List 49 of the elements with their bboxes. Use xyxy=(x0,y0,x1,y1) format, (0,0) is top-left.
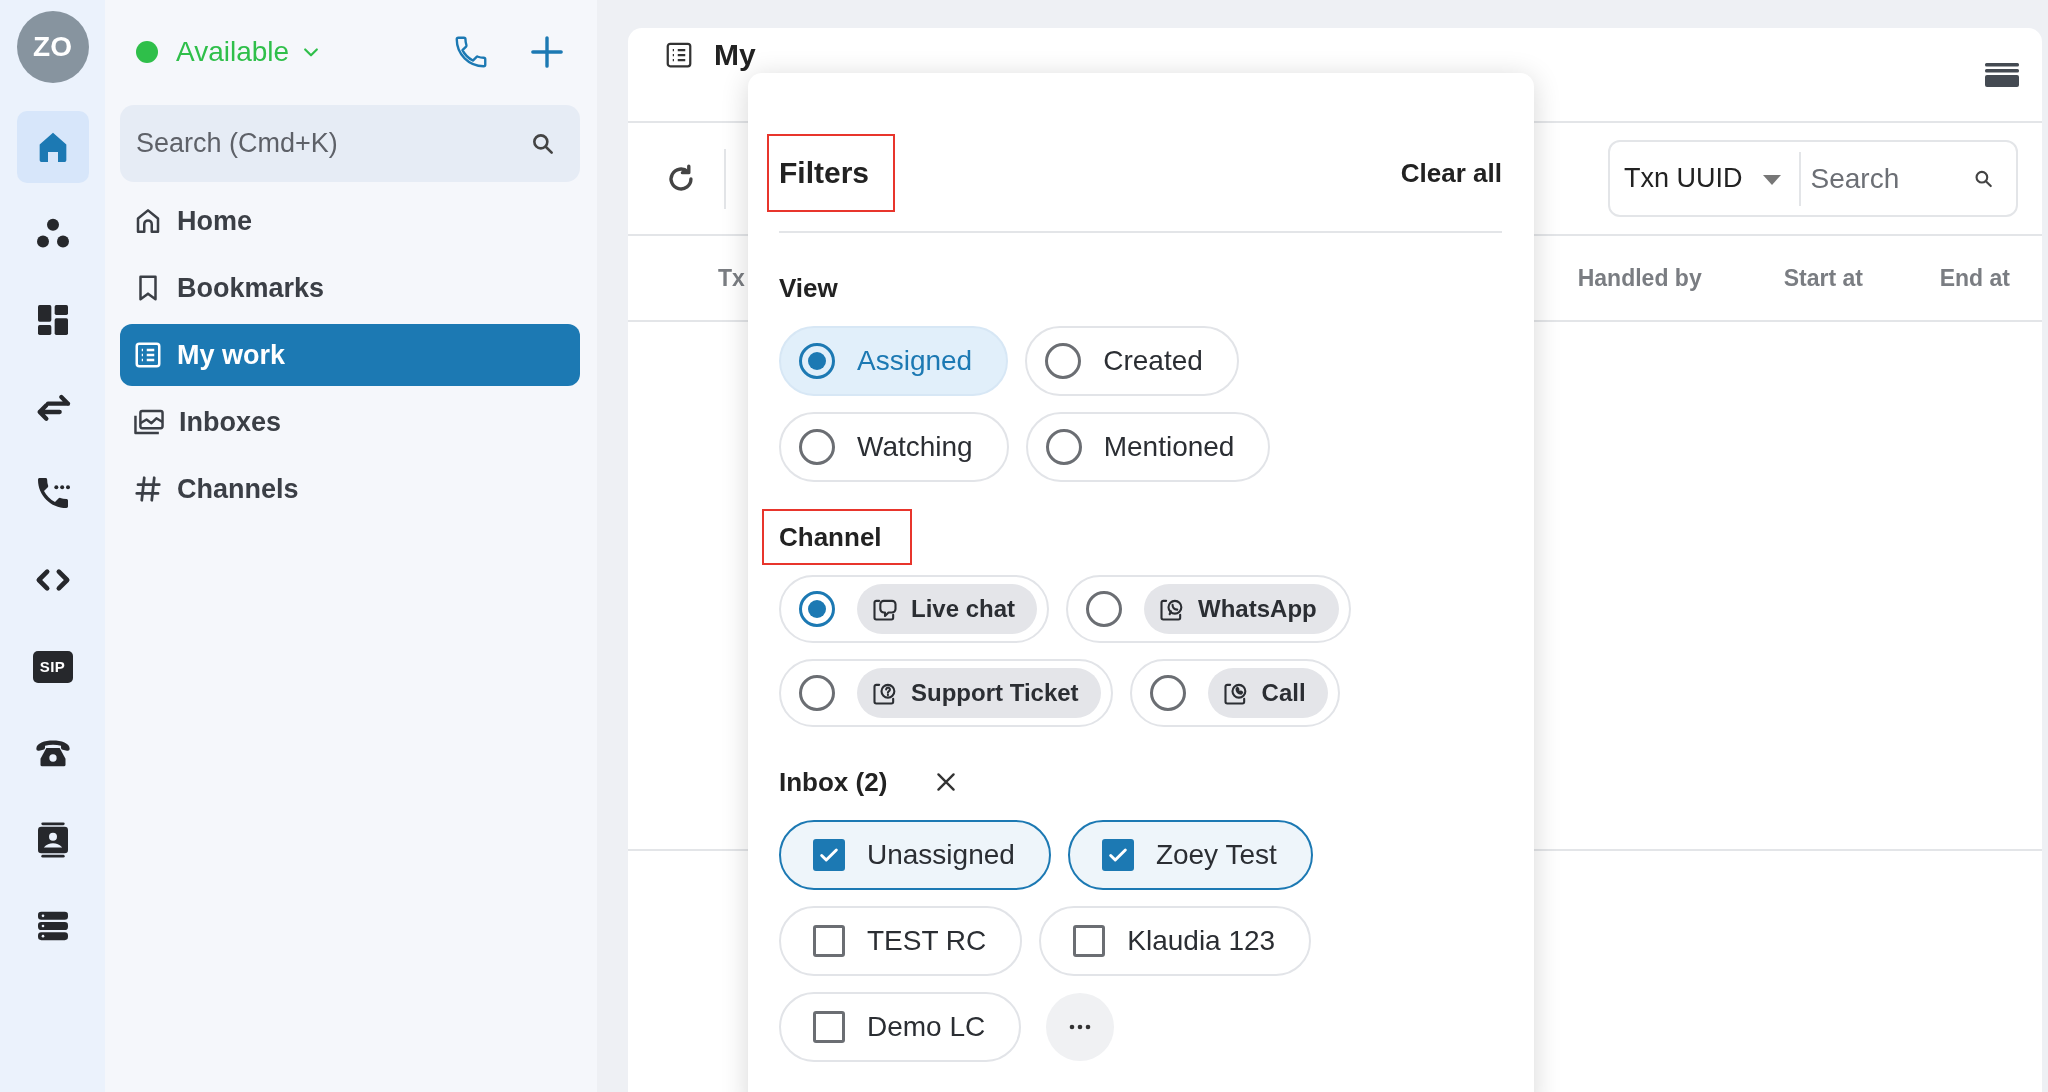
section-heading: View xyxy=(778,272,839,305)
add-icon[interactable] xyxy=(530,35,564,69)
view-option[interactable]: Mentioned xyxy=(1025,412,1271,482)
inbox-option[interactable]: Zoey Test xyxy=(1067,820,1313,890)
search-by-dropdown[interactable]: Txn UUID xyxy=(1610,151,1801,206)
channel-option[interactable]: Support Ticket xyxy=(779,659,1113,727)
radio-indicator xyxy=(1045,343,1082,379)
search-field[interactable]: Search xyxy=(1808,161,1965,196)
column-header: Tx xyxy=(718,264,745,292)
list-icon xyxy=(133,340,163,370)
channel-option[interactable]: Call xyxy=(1129,659,1340,727)
channel-option[interactable]: Live chat xyxy=(779,575,1050,643)
more-icon xyxy=(1068,1023,1093,1031)
radio-indicator xyxy=(799,429,835,465)
channel-label: Support Ticket xyxy=(911,679,1079,707)
inbox-option[interactable]: Unassigned xyxy=(779,820,1051,890)
column-header: Handled by xyxy=(1577,264,1702,292)
hash-icon xyxy=(133,474,163,504)
section-heading: Channel xyxy=(762,509,912,565)
view-option[interactable]: Assigned xyxy=(779,326,1009,396)
nav-item[interactable]: Bookmarks xyxy=(120,257,580,319)
section-heading: Inbox (2) xyxy=(778,766,889,799)
column-header: End at xyxy=(1939,264,2010,292)
nav-item[interactable]: My work xyxy=(120,324,580,386)
image-stack-icon xyxy=(133,407,165,437)
sip-icon: SIP xyxy=(32,650,73,683)
search-field[interactable]: Search (Cmd+K) xyxy=(120,105,580,182)
inbox-option[interactable]: Klaudia 123 xyxy=(1039,906,1312,976)
nav-item[interactable]: Inboxes xyxy=(120,391,580,453)
rail-button[interactable]: SIP xyxy=(16,630,89,703)
view-option[interactable]: Watching xyxy=(779,412,1009,482)
column-header: Start at xyxy=(1783,264,1863,292)
menu-icon[interactable] xyxy=(1984,60,2020,89)
panel-title: Filters xyxy=(767,134,896,212)
inbox-option[interactable]: TEST RC xyxy=(779,906,1023,976)
search-icon xyxy=(530,131,556,157)
channel-option[interactable]: WhatsApp xyxy=(1066,575,1351,643)
clear-all-button[interactable]: Clear all xyxy=(1400,157,1502,189)
view-option[interactable]: Created xyxy=(1025,326,1239,396)
channel-label: Live chat xyxy=(911,595,1016,623)
nav-item[interactable]: Channels xyxy=(120,458,580,520)
channel-label: Call xyxy=(1261,679,1306,707)
page-title: My xyxy=(714,37,756,72)
channel-label: WhatsApp xyxy=(1198,595,1317,623)
radio-indicator xyxy=(1045,429,1082,465)
inbox-option[interactable]: Demo LC xyxy=(779,992,1022,1062)
nav-item[interactable]: Home xyxy=(120,190,580,252)
radio-indicator xyxy=(799,343,835,379)
status-dot xyxy=(136,41,158,63)
